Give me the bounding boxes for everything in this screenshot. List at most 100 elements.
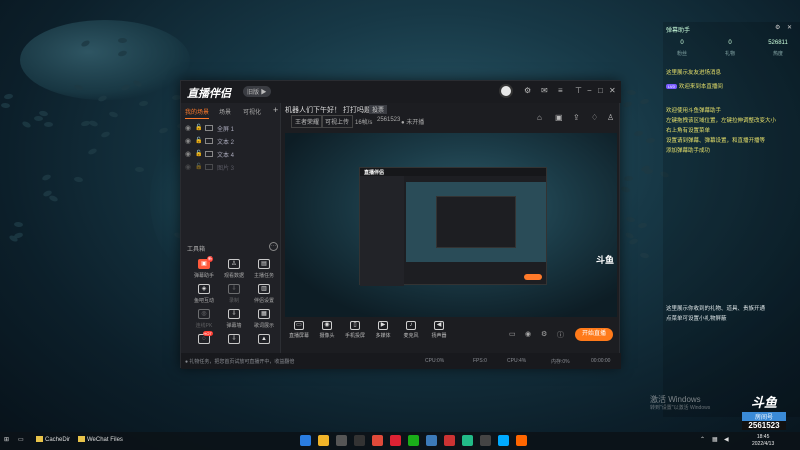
app-icon[interactable]	[498, 435, 509, 446]
minimize-icon[interactable]: −	[587, 87, 592, 95]
tab-my-scene[interactable]: 我的场景	[185, 107, 210, 119]
taskbar-folder[interactable]: WeChat Files	[78, 436, 123, 443]
network-icon[interactable]: ▦	[712, 436, 718, 443]
go-live-button[interactable]: 开始直播	[575, 328, 613, 341]
lock-icon[interactable]: ▣	[555, 113, 563, 122]
app-icon[interactable]	[336, 435, 347, 446]
version-switch[interactable]: 旧版 ▶	[243, 86, 271, 97]
record-icon[interactable]: ▭	[509, 330, 516, 338]
info-icon[interactable]: ⓘ	[557, 330, 564, 340]
room-title[interactable]: 机器人们下午好！ 打打吗题！	[285, 105, 378, 115]
stat-value: 0	[680, 40, 684, 46]
tool-label: 歌词展示	[253, 323, 274, 329]
app-icon[interactable]	[390, 435, 401, 446]
bell-icon[interactable]: ♢	[591, 113, 598, 122]
tool-label: 连线PK	[195, 323, 213, 329]
eye-icon[interactable]: ◉	[185, 150, 191, 158]
app-icon[interactable]	[444, 435, 455, 446]
speaker-icon: ◀	[434, 321, 444, 330]
source-item[interactable]: ◉ 🔓 全屏 1	[185, 124, 277, 136]
app-icon[interactable]	[462, 435, 473, 446]
volume-icon[interactable]: ◀	[724, 436, 729, 443]
app-icon[interactable]	[480, 435, 491, 446]
lock-icon[interactable]: 🔓	[195, 137, 202, 144]
source-item[interactable]: ◉ 🔓 文本 4	[185, 150, 277, 162]
stat-value: 526811	[768, 40, 788, 46]
share-icon[interactable]: ⇪	[573, 113, 580, 122]
app-icon[interactable]	[372, 435, 383, 446]
more-icon[interactable]: ···	[269, 242, 278, 251]
file-explorer-icon[interactable]	[318, 435, 329, 446]
tool-icon: ⇩	[228, 284, 240, 294]
douyu-logo: 斗鱼	[750, 395, 777, 410]
settings-icon[interactable]: ⚙	[524, 87, 531, 95]
lock-icon[interactable]: 🔓	[195, 124, 202, 131]
category-chip[interactable]: 王者荣耀	[291, 115, 324, 128]
message-line: 设置请到弹幕、弹幕设置，和直播开播等	[666, 138, 766, 144]
pin-icon[interactable]: ⊤	[575, 87, 582, 95]
wechat-icon[interactable]	[408, 435, 419, 446]
button-label: 直播屏幕	[288, 333, 309, 339]
tool-icon: ▦	[258, 309, 270, 319]
gift-hint-line: 点菜单可设置小礼物屏蔽	[666, 316, 727, 322]
add-scene-icon[interactable]: +	[273, 105, 278, 115]
play-icon: ▶	[378, 321, 388, 330]
folder-icon	[78, 436, 85, 442]
clock-date: 2022/4/13	[752, 441, 775, 447]
microphone-button[interactable]: ♪ 麦克风	[397, 321, 425, 339]
stat-gifts: 0 礼物	[713, 40, 747, 57]
room-number: 2561523	[742, 421, 786, 430]
speaker-button[interactable]: ◀ 扬声器	[425, 321, 453, 339]
gear-icon[interactable]: ⚙	[775, 24, 780, 31]
edge-browser-icon[interactable]	[300, 435, 311, 446]
camera-button[interactable]: ◉ 摄像头	[313, 321, 341, 339]
tool-label: 伴侣设置	[253, 298, 274, 304]
message-icon[interactable]: ✉	[541, 87, 548, 95]
status-message[interactable]: ● 礼物任务，把您首页试放可直播开中，收益翻倍	[185, 358, 294, 365]
close-icon[interactable]: ✕	[609, 87, 616, 95]
avatar[interactable]	[499, 84, 513, 98]
menu-icon[interactable]: ≡	[558, 87, 563, 95]
lock-icon[interactable]: 🔓	[195, 163, 202, 170]
source-name: 文本 4	[217, 153, 235, 159]
tray-chevron-icon[interactable]: ⌃	[700, 436, 705, 443]
live-companion-task-icon[interactable]	[516, 435, 527, 446]
phone-cast-button[interactable]: ▯ 手机投屏	[341, 321, 369, 339]
task-view-icon[interactable]: ▭	[18, 436, 24, 443]
maximize-icon[interactable]: □	[598, 87, 603, 95]
eye-icon[interactable]: ◉	[185, 124, 191, 132]
stat-key: 热度	[772, 51, 783, 57]
button-label: 手机投屏	[344, 333, 365, 339]
source-item[interactable]: ◉ 🔓 文本 2	[185, 137, 277, 149]
source-item[interactable]: ◉ 🔓 图片 3	[185, 163, 277, 175]
screen-button[interactable]: ▭ 直播屏幕	[285, 321, 313, 339]
gear-icon[interactable]: ⚙	[541, 330, 547, 338]
windows-start-icon[interactable]: ⊞	[4, 436, 9, 443]
stream-preview[interactable]: 直播伴侣 斗鱼	[285, 133, 617, 317]
store-icon[interactable]: ⌂	[537, 113, 542, 122]
eye-icon[interactable]: ◉	[525, 330, 531, 338]
nested-preview	[406, 182, 546, 262]
taskbar-folder[interactable]: CacheDir	[36, 436, 70, 443]
room-id: 2561523	[377, 117, 401, 123]
user-icon[interactable]: ♙	[607, 113, 614, 122]
app-icon[interactable]	[354, 435, 365, 446]
source-toolbar: ▭ 直播屏幕 ◉ 摄像头 ▯ 手机投屏 ▶ 多媒体 ♪ 麦克风 ◀ 扬声器 ▭ ◉ ⚙ ⓘ …	[285, 319, 617, 351]
frame-icon	[205, 125, 213, 131]
lock-icon[interactable]: 🔓	[195, 150, 202, 157]
eye-icon[interactable]: ◉	[185, 137, 191, 145]
media-button[interactable]: ▶ 多媒体	[369, 321, 397, 339]
button-label: 扬声器	[431, 333, 447, 339]
source-name: 图片 3	[217, 166, 235, 172]
vote-button[interactable]: 投票	[369, 105, 388, 114]
tool-icon: ▥	[258, 284, 270, 294]
danmaku-assistant-panel[interactable]: 弹幕助手 ⚙ ✕ 0 粉丝 0 礼物 526811 热度 这里展示友友进场消息 LV0…	[663, 22, 800, 417]
tool-label: 录制	[228, 298, 239, 304]
tab-visual[interactable]: 可视化	[243, 107, 261, 116]
steam-icon[interactable]	[426, 435, 437, 446]
close-icon[interactable]: ✕	[787, 24, 792, 31]
tag-chip[interactable]: 可视上传	[321, 115, 354, 128]
tab-scene[interactable]: 场景	[219, 107, 231, 116]
eye-icon[interactable]: ◉	[185, 163, 191, 171]
system-clock[interactable]: 18:45 2022/4/13	[752, 434, 774, 448]
